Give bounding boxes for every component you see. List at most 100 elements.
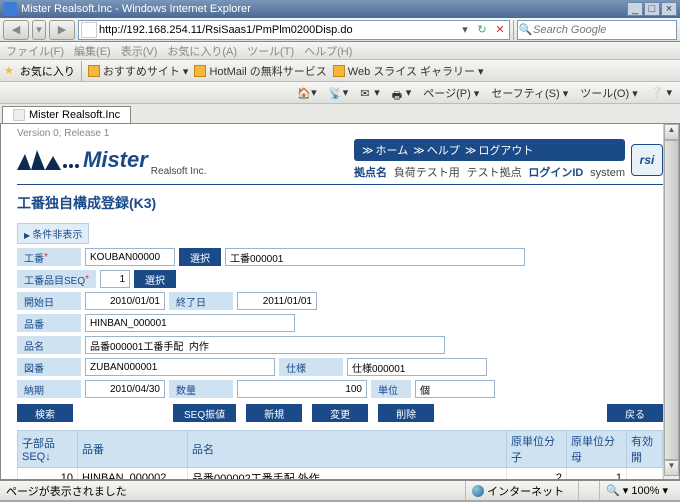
url-input[interactable] bbox=[99, 24, 457, 36]
scroll-thumb[interactable] bbox=[664, 140, 679, 460]
fld-kouban-code[interactable] bbox=[85, 248, 175, 266]
sub-header: 拠点名 負荷テスト用 テスト拠点 ログインID system bbox=[354, 164, 625, 180]
back-history[interactable]: ▾ bbox=[32, 20, 46, 40]
tab-strip: Mister Realsoft.Inc bbox=[0, 104, 680, 124]
cmd-page[interactable]: ページ(P) ▾ bbox=[419, 83, 483, 103]
home-icon: 🏠 bbox=[297, 87, 309, 99]
star-icon[interactable]: ★ bbox=[4, 64, 14, 77]
btn-select-seq[interactable]: 選択 bbox=[134, 270, 176, 288]
stop-button[interactable]: ✕ bbox=[491, 23, 509, 36]
cell-seq: 10 bbox=[18, 468, 78, 481]
toggle-conditions[interactable]: 条件非表示 bbox=[17, 223, 89, 244]
result-grid: 子部品SEQ↓ 品番 品名 原単位分子 原単位分母 有効開 10HINBAN_0… bbox=[17, 430, 663, 480]
scroll-up-button[interactable]: ▲ bbox=[664, 124, 679, 140]
fld-seq[interactable] bbox=[100, 270, 130, 288]
address-bar[interactable]: ▾ ↻ ✕ bbox=[78, 20, 510, 40]
menu-tools[interactable]: ツール(T) bbox=[247, 43, 294, 59]
cmd-home[interactable]: 🏠▾ bbox=[293, 84, 321, 101]
lbl-hinmei: 品名 bbox=[17, 336, 81, 354]
btn-delete[interactable]: 削除 bbox=[378, 404, 434, 422]
menu-favorites[interactable]: お気に入り(A) bbox=[167, 43, 237, 59]
col-bunshi[interactable]: 原単位分子 bbox=[507, 431, 567, 468]
print-icon: 🖶 bbox=[392, 87, 404, 99]
favorites-label[interactable]: お気に入り bbox=[20, 63, 75, 79]
page-header: Mister Realsoft Inc. ≫ホーム ≫ヘルプ ≫ログアウト 拠点… bbox=[17, 139, 663, 180]
refresh-button[interactable]: ↻ bbox=[473, 23, 491, 36]
close-button[interactable]: × bbox=[661, 2, 677, 16]
tab-icon bbox=[13, 109, 25, 121]
version-label: Version 0, Release 1 bbox=[17, 128, 663, 139]
scroll-down-button[interactable]: ▼ bbox=[664, 460, 679, 476]
nav-help[interactable]: ヘルプ bbox=[427, 142, 460, 158]
lbl-zuban: 図番 bbox=[17, 358, 81, 376]
btn-select-kouban[interactable]: 選択 bbox=[179, 248, 221, 266]
nav-home[interactable]: ホーム bbox=[376, 142, 409, 158]
lbl-nouki: 納期 bbox=[17, 380, 81, 398]
col-yuko[interactable]: 有効開 bbox=[627, 431, 663, 468]
btn-update[interactable]: 変更 bbox=[312, 404, 368, 422]
search-icon: 🔍 bbox=[518, 23, 533, 37]
tab-active[interactable]: Mister Realsoft.Inc bbox=[2, 106, 131, 123]
fld-hinban[interactable] bbox=[85, 314, 295, 332]
protected-mode bbox=[578, 481, 591, 500]
fld-end[interactable] bbox=[237, 292, 317, 310]
col-bunbo[interactable]: 原単位分母 bbox=[567, 431, 627, 468]
feed-icon: 📡 bbox=[329, 87, 341, 99]
window-title: Mister Realsoft.Inc - Windows Internet E… bbox=[21, 3, 251, 15]
table-row[interactable]: 10HINBAN_000002品番000002工番手配 外作21 bbox=[18, 468, 663, 481]
back-button[interactable]: ◀ bbox=[3, 20, 29, 40]
fav-hotmail[interactable]: HotMail の無料サービス bbox=[194, 63, 326, 79]
brand-sub: Realsoft Inc. bbox=[151, 166, 207, 177]
zoom-control[interactable]: 🔍▾ 100% ▾ bbox=[599, 481, 674, 500]
search-form: 工番 選択 工番品目SEQ 選択 開始日 終了日 品番 品名 bbox=[17, 248, 663, 398]
maximize-button[interactable]: □ bbox=[644, 2, 660, 16]
cmd-feed[interactable]: 📡▾ bbox=[325, 84, 353, 101]
page-title: 工番独自構成登録(K3) bbox=[17, 193, 663, 213]
forward-button[interactable]: ▶ bbox=[49, 20, 75, 40]
cmd-help[interactable]: ❔ ▾ bbox=[646, 84, 676, 101]
minimize-button[interactable]: _ bbox=[627, 2, 643, 16]
menu-help[interactable]: ヘルプ(H) bbox=[304, 43, 352, 59]
zoom-icon: 🔍 bbox=[606, 484, 620, 497]
col-hinban[interactable]: 品番 bbox=[78, 431, 188, 468]
fld-hinmei[interactable] bbox=[85, 336, 445, 354]
fav-suggest[interactable]: おすすめサイト ▾ bbox=[88, 63, 189, 79]
fld-zuban[interactable] bbox=[85, 358, 275, 376]
nav-logout[interactable]: ログアウト bbox=[478, 142, 533, 158]
cmd-mail[interactable]: ✉▾ bbox=[356, 84, 384, 101]
menu-edit[interactable]: 編集(E) bbox=[74, 43, 111, 59]
lbl-start: 開始日 bbox=[17, 292, 81, 310]
search-box[interactable]: 🔍 bbox=[517, 20, 677, 40]
fld-start[interactable] bbox=[85, 292, 165, 310]
fld-kouban-name[interactable] bbox=[225, 248, 525, 266]
lbl-tani: 単位 bbox=[371, 380, 411, 398]
url-dropdown[interactable]: ▾ bbox=[457, 23, 473, 36]
lbl-kouban: 工番 bbox=[17, 248, 81, 266]
fld-suryo[interactable] bbox=[237, 380, 367, 398]
logo-icon bbox=[17, 148, 79, 172]
vertical-scrollbar[interactable]: ▲ ▼ bbox=[663, 124, 679, 479]
fav-slice[interactable]: Web スライス ギャラリー ▾ bbox=[333, 63, 484, 79]
fld-tani[interactable] bbox=[415, 380, 495, 398]
cmd-safety[interactable]: セーフティ(S) ▾ bbox=[487, 83, 572, 103]
menu-bar: ファイル(F) 編集(E) 表示(V) お気に入り(A) ツール(T) ヘルプ(… bbox=[0, 42, 680, 60]
menu-file[interactable]: ファイル(F) bbox=[6, 43, 64, 59]
fld-nouki[interactable] bbox=[85, 380, 165, 398]
col-hinmei[interactable]: 品名 bbox=[188, 431, 507, 468]
cmd-tools[interactable]: ツール(O) ▾ bbox=[576, 83, 641, 103]
fld-siyou[interactable] bbox=[347, 358, 487, 376]
search-input[interactable] bbox=[533, 24, 676, 36]
status-message: ページが表示されました bbox=[6, 483, 127, 499]
btn-new[interactable]: 新規 bbox=[246, 404, 302, 422]
cmd-print[interactable]: 🖶▾ bbox=[388, 84, 416, 101]
btn-search[interactable]: 検索 bbox=[17, 404, 73, 422]
menu-view[interactable]: 表示(V) bbox=[121, 43, 158, 59]
lbl-suryo: 数量 bbox=[169, 380, 233, 398]
page-icon bbox=[81, 22, 97, 38]
btn-back[interactable]: 戻る bbox=[607, 404, 663, 422]
col-seq[interactable]: 子部品SEQ↓ bbox=[18, 431, 78, 468]
btn-seqfuri[interactable]: SEQ振値 bbox=[173, 404, 236, 422]
cell-bunbo: 1 bbox=[567, 468, 627, 481]
cell-bunshi: 2 bbox=[507, 468, 567, 481]
status-zone: インターネット bbox=[465, 481, 570, 500]
